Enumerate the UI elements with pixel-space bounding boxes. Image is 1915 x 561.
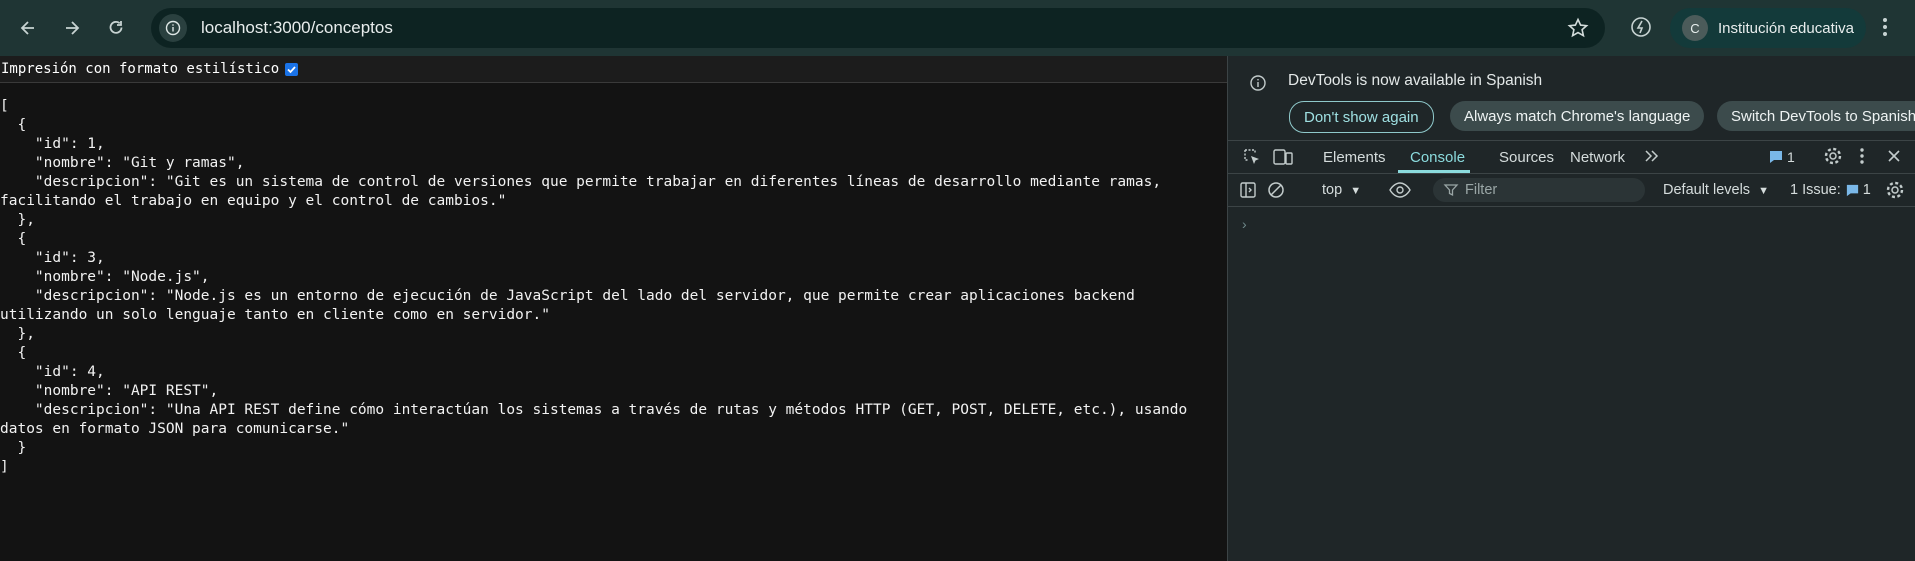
bookmark-star-icon[interactable] bbox=[1567, 17, 1589, 44]
filter-icon bbox=[1443, 184, 1459, 197]
sidebar-toggle-icon[interactable] bbox=[1238, 180, 1258, 204]
devtools-tabs: Elements Console Sources Network 1 bbox=[1228, 141, 1915, 174]
pretty-print-checkbox[interactable] bbox=[285, 62, 299, 76]
filter-placeholder: Filter bbox=[1465, 182, 1498, 198]
arrow-left-icon bbox=[20, 21, 34, 35]
url-text[interactable]: localhost:3000/conceptos bbox=[201, 18, 393, 38]
log-levels-label: Default levels bbox=[1663, 182, 1751, 198]
switch-language-button[interactable]: Switch DevTools to Spanish bbox=[1717, 101, 1915, 131]
pretty-print-label: Impresión con formato estilístico bbox=[1, 61, 280, 77]
issues-label: 1 Issue: bbox=[1790, 182, 1841, 198]
dont-show-again-button[interactable]: Don't show again bbox=[1289, 101, 1434, 133]
profile-button[interactable]: C Institución educativa bbox=[1670, 8, 1866, 48]
address-bar[interactable]: localhost:3000/conceptos bbox=[151, 8, 1605, 48]
settings-gear-icon[interactable] bbox=[1823, 146, 1843, 170]
page-content: Impresión con formato estilístico [ { "i… bbox=[0, 56, 1227, 561]
pretty-print-bar: Impresión con formato estilístico bbox=[0, 56, 1227, 83]
match-language-button[interactable]: Always match Chrome's language bbox=[1450, 101, 1705, 131]
issues-button[interactable]: 1 Issue: 1 bbox=[1790, 182, 1871, 198]
info-icon bbox=[1249, 74, 1267, 97]
json-body: [ { "id": 1, "nombre": "Git y ramas", "d… bbox=[0, 98, 1188, 475]
inspect-element-icon[interactable] bbox=[1242, 147, 1262, 171]
profile-name: Institución educativa bbox=[1718, 19, 1854, 37]
devtools-panel: DevTools is now available in Spanish Don… bbox=[1227, 56, 1915, 561]
filter-input[interactable]: Filter bbox=[1433, 178, 1645, 202]
message-icon bbox=[1770, 151, 1782, 163]
info-icon bbox=[165, 20, 181, 36]
clear-console-icon[interactable] bbox=[1266, 180, 1286, 204]
tab-console[interactable]: Console bbox=[1410, 149, 1465, 166]
more-tabs-icon[interactable] bbox=[1643, 146, 1661, 170]
reload-button[interactable] bbox=[98, 10, 134, 46]
messages-count: 1 bbox=[1787, 149, 1795, 165]
message-icon bbox=[1846, 184, 1858, 196]
console-prompt[interactable]: › bbox=[1242, 216, 1247, 232]
context-label: top bbox=[1322, 182, 1343, 198]
issues-count: 1 bbox=[1862, 182, 1871, 198]
arrow-right-icon bbox=[66, 21, 80, 35]
site-info-button[interactable] bbox=[159, 14, 187, 42]
checkmark-icon bbox=[287, 65, 296, 73]
avatar: C bbox=[1682, 15, 1708, 41]
device-toolbar-icon[interactable] bbox=[1272, 147, 1294, 171]
chevron-down-icon: ▼ bbox=[1350, 185, 1362, 197]
forward-button[interactable] bbox=[54, 10, 90, 46]
log-levels-dropdown[interactable]: Default levels ▼ bbox=[1663, 182, 1769, 198]
infobar-message: DevTools is now available in Spanish bbox=[1288, 72, 1543, 89]
context-selector[interactable]: top ▼ bbox=[1322, 182, 1361, 198]
reload-icon bbox=[109, 20, 123, 34]
extension-icon[interactable] bbox=[1628, 14, 1654, 45]
active-tab-indicator bbox=[1398, 170, 1470, 173]
live-expression-eye-icon[interactable] bbox=[1388, 180, 1412, 204]
console-toolbar: top ▼ Filter Default levels ▼ 1 Issue: 1 bbox=[1228, 174, 1915, 207]
tab-sources[interactable]: Sources bbox=[1499, 149, 1554, 166]
browser-menu-icon[interactable] bbox=[1882, 16, 1888, 43]
chevron-down-icon: ▼ bbox=[1758, 185, 1769, 197]
browser-toolbar: localhost:3000/conceptos C Institución e… bbox=[0, 0, 1915, 56]
close-icon[interactable] bbox=[1885, 146, 1903, 170]
tab-elements[interactable]: Elements bbox=[1323, 149, 1386, 166]
tab-network[interactable]: Network bbox=[1570, 149, 1625, 166]
more-options-icon[interactable] bbox=[1859, 146, 1865, 170]
messages-badge[interactable]: 1 bbox=[1768, 149, 1795, 165]
devtools-infobar: DevTools is now available in Spanish Don… bbox=[1228, 56, 1915, 141]
back-button[interactable] bbox=[10, 10, 46, 46]
console-settings-gear-icon[interactable] bbox=[1885, 180, 1905, 204]
